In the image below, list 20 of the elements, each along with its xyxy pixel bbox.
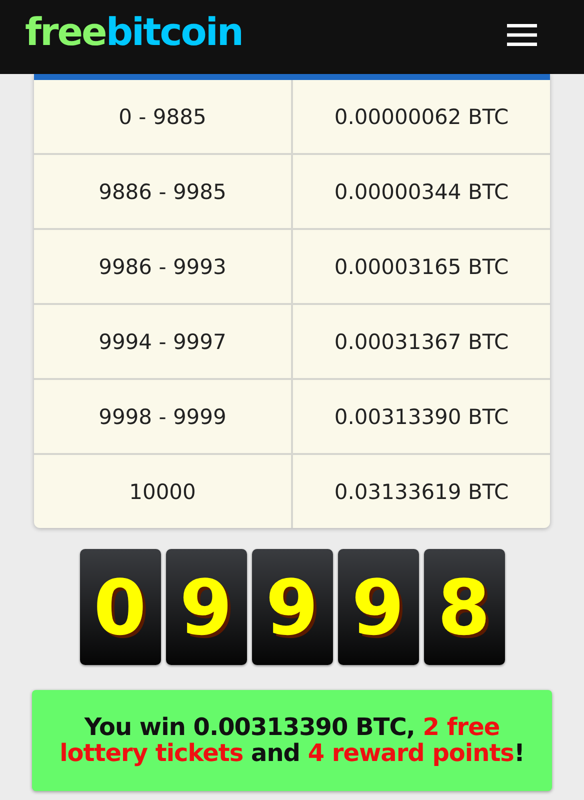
table-cell: 0 - 9885 xyxy=(34,80,293,153)
table-cell: 9986 - 9993 xyxy=(34,230,293,303)
logo[interactable]: freebitcoin xyxy=(25,10,242,54)
table-cell: 9886 - 9985 xyxy=(34,155,293,228)
win-message: You win 0.00313390 BTC, 2 free lottery tickets and 4 reward points! xyxy=(32,690,552,791)
table-cell-text: 0.00000344 BTC xyxy=(333,178,510,206)
roll-digit: 9 xyxy=(252,549,332,665)
table-cell-text: 0.00000062 BTC xyxy=(333,104,510,130)
table-cell-text: 0.00313390 BTC xyxy=(333,404,510,430)
table-cell: 9994 - 9997 xyxy=(34,305,293,378)
table-cell-text: 0.00003165 BTC xyxy=(333,254,510,280)
table-cell: 9998 - 9999 xyxy=(34,380,293,453)
table-cell: 10000 xyxy=(34,455,293,528)
table-cell-text: 0.03133619 BTC xyxy=(333,478,510,506)
roll-digit: 8 xyxy=(424,549,504,665)
roll-digit: 9 xyxy=(166,549,246,665)
roll-digit: 0 xyxy=(80,549,160,665)
roll-digit: 9 xyxy=(338,549,418,665)
menu-icon[interactable] xyxy=(507,23,537,47)
table-cell-text: 0.00031367 BTC xyxy=(333,328,510,356)
